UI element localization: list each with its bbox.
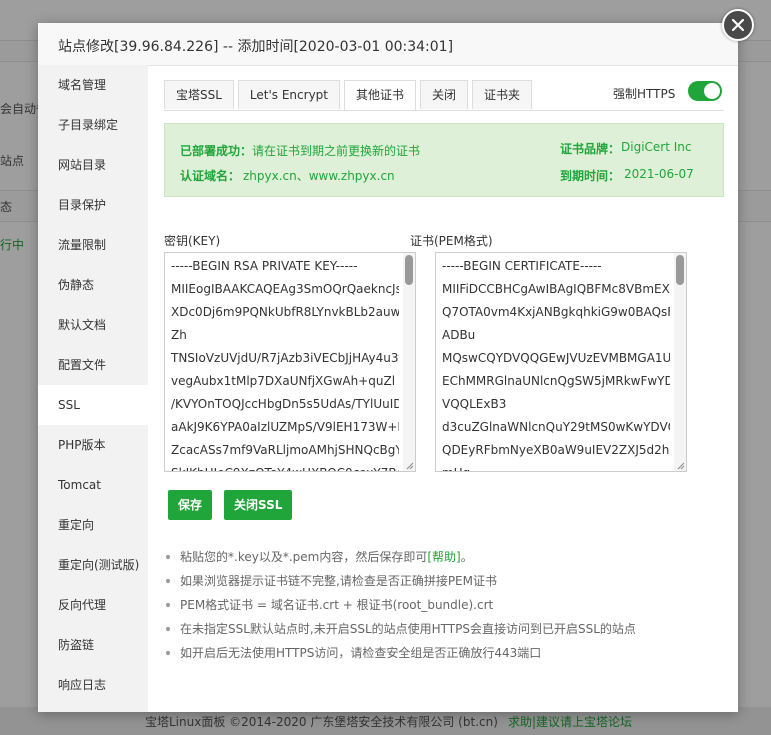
sidebar-item-reverse-proxy[interactable]: 反向代理 xyxy=(38,585,148,625)
modal-close-button[interactable] xyxy=(722,9,754,41)
tip-item: 如果浏览器提示证书链不完整,请检查是否正确拼接PEM证书 xyxy=(164,569,636,593)
cert-line: VQQLExB3 xyxy=(442,397,507,411)
key-line: vegAubx1tMlp7DXaUNfjXGwAh+quZl xyxy=(171,374,396,388)
close-ssl-button[interactable]: 关闭SSL xyxy=(224,490,293,520)
force-https-toggle[interactable] xyxy=(688,81,722,101)
cert-line: -----BEGIN CERTIFICATE----- xyxy=(442,259,602,273)
key-line: TNSIoVzUVjdU/R7jAzb3iVECbJjHAy4u3f xyxy=(171,351,399,365)
resize-grip-icon[interactable] xyxy=(677,462,685,470)
cert-line: MQswCQYDVQQGEwJVUzEVMBMGA1U xyxy=(442,351,670,365)
sidebar-item-dir-protect[interactable]: 目录保护 xyxy=(38,185,148,225)
force-https-label: 强制HTTPS xyxy=(613,87,676,101)
sidebar-item-tomcat[interactable]: Tomcat xyxy=(38,465,148,505)
key-line: XDc0Dj6m9PQNkUbfR8LYnvkBLb2auwD xyxy=(171,305,399,319)
sidebar-item-site-dir[interactable]: 网站目录 xyxy=(38,145,148,185)
tip-item: 在未指定SSL默认站点时,未开启SSL的站点使用HTTPS会直接访问到已开启SS… xyxy=(164,617,636,641)
tip-item: 如开启后无法使用HTTPS访问，请检查安全组是否正确放行443端口 xyxy=(164,641,636,665)
tab-lets-encrypt[interactable]: Let's Encrypt xyxy=(237,80,340,109)
ssl-panel: 宝塔SSL Let's Encrypt 其他证书 关闭 证书夹 强制HTTPS … xyxy=(148,65,738,712)
sidebar-item-default-doc[interactable]: 默认文档 xyxy=(38,305,148,345)
cert-line: EChMMRGlnaUNlcnQgSW5jMRkwFwYD xyxy=(442,374,670,388)
key-line: aAkJ9K6YPA0aIzlUZMpS/V9lEH173W+P xyxy=(171,420,399,434)
cert-info-box: 已部署成功： 请在证书到期之前更换新的证书 认证域名： zhpyx.cn、www… xyxy=(164,123,724,197)
close-icon xyxy=(732,19,744,31)
tab-other-cert[interactable]: 其他证书 xyxy=(344,80,417,111)
key-line: /KVYOnTOQJccHbgDn5s5UdAs/TYlUuID xyxy=(171,397,399,411)
key-line: ZcacASs7mf9VaRLljmoAMhjSHNQcBgY7 xyxy=(171,443,399,457)
tip-item: 粘贴您的*.key以及*.pem内容，然后保存即可[帮助]。 xyxy=(164,545,636,569)
cert-line: QDEyRFbmNyeXB0aW9uIEV2ZXJ5d2hlc xyxy=(442,443,670,457)
tab-bt-ssl[interactable]: 宝塔SSL xyxy=(164,80,234,109)
expiry-value: 2021-06-07 xyxy=(624,167,694,181)
modal-title: 站点修改[39.96.84.226] -- 添加时间[2020-03-01 00… xyxy=(58,39,454,55)
cert-line: Q7OTA0vm4KxjANBgkqhkiG9w0BAQsF xyxy=(442,305,670,319)
tip-text: 粘贴您的*.key以及*.pem内容，然后保存即可 xyxy=(180,550,428,564)
cert-line: ADBu xyxy=(442,328,476,342)
domain-label: 认证域名： xyxy=(180,169,241,183)
sidebar: 域名管理 子目录绑定 网站目录 目录保护 流量限制 伪静态 默认文档 配置文件 … xyxy=(38,65,148,712)
tab-cert-folder[interactable]: 证书夹 xyxy=(472,80,533,109)
sidebar-item-traffic-limit[interactable]: 流量限制 xyxy=(38,225,148,265)
cert-scroll-thumb[interactable] xyxy=(676,255,684,285)
cert-line: MIIFiDCCBHCgAwIBAgIQBFMc8VBmEX xyxy=(442,282,670,296)
tip-item: PEM格式证书 = 域名证书.crt + 根证书(root_bundle).cr… xyxy=(164,593,636,617)
domain-value: zhpyx.cn、www.zhpyx.cn xyxy=(243,169,395,183)
sidebar-item-ssl[interactable]: SSL xyxy=(38,385,148,425)
sidebar-item-domain[interactable]: 域名管理 xyxy=(38,65,148,105)
sidebar-item-subdir[interactable]: 子目录绑定 xyxy=(38,105,148,145)
sidebar-item-access-log[interactable]: 响应日志 xyxy=(38,665,148,705)
sidebar-item-rewrite[interactable]: 伪静态 xyxy=(38,265,148,305)
modal-header: 站点修改[39.96.84.226] -- 添加时间[2020-03-01 00… xyxy=(38,23,738,66)
ssl-tabs: 宝塔SSL Let's Encrypt 其他证书 关闭 证书夹 xyxy=(164,80,536,111)
key-field-label: 密钥(KEY) xyxy=(164,234,221,248)
key-line: MIIEogIBAAKCAQEAg3SmOQrQaekncJs xyxy=(171,282,399,296)
deploy-status-label: 已部署成功： xyxy=(180,144,253,158)
help-link[interactable]: [帮助] xyxy=(427,550,460,564)
save-button[interactable]: 保存 xyxy=(168,490,213,520)
deploy-status-value: 请在证书到期之前更换新的证书 xyxy=(252,144,421,158)
key-scrollbar[interactable] xyxy=(403,253,415,471)
key-textarea[interactable]: -----BEGIN RSA PRIVATE KEY----- MIIEogIB… xyxy=(164,252,416,472)
expiry-label: 到期时间： xyxy=(560,169,621,183)
key-line: Zh xyxy=(171,328,187,342)
cert-field-label: 证书(PEM格式) xyxy=(410,234,493,248)
key-line: SkIKbHIeC9XzOTeY4wHXBOC0coxY7Bo xyxy=(165,462,399,471)
tabs-divider xyxy=(164,110,724,111)
cert-textarea[interactable]: -----BEGIN CERTIFICATE----- MIIFiDCCBHCg… xyxy=(435,252,687,472)
brand-value: DigiCert Inc xyxy=(621,140,692,154)
tip-suffix: 。 xyxy=(460,550,473,564)
tab-close[interactable]: 关闭 xyxy=(420,80,469,109)
resize-grip-icon[interactable] xyxy=(406,462,414,470)
key-scroll-thumb[interactable] xyxy=(405,255,413,285)
brand-label: 证书品牌： xyxy=(560,142,621,156)
sidebar-item-hotlink[interactable]: 防盗链 xyxy=(38,625,148,665)
key-line: -----BEGIN RSA PRIVATE KEY----- xyxy=(171,259,358,273)
sidebar-item-config-file[interactable]: 配置文件 xyxy=(38,345,148,385)
sidebar-item-redirect-beta[interactable]: 重定向(测试版) xyxy=(38,545,148,585)
sidebar-item-redirect[interactable]: 重定向 xyxy=(38,505,148,545)
ssl-tips: 粘贴您的*.key以及*.pem内容，然后保存即可[帮助]。 如果浏览器提示证书… xyxy=(164,545,636,665)
cert-scrollbar[interactable] xyxy=(674,253,686,471)
site-edit-modal: 站点修改[39.96.84.226] -- 添加时间[2020-03-01 00… xyxy=(38,23,738,712)
cert-line: mUg xyxy=(436,462,670,471)
toggle-knob xyxy=(704,83,720,99)
cert-line: d3cuZGlnaWNlcnQuY29tMS0wKwYDVQ xyxy=(442,420,670,434)
sidebar-item-php-version[interactable]: PHP版本 xyxy=(38,425,148,465)
